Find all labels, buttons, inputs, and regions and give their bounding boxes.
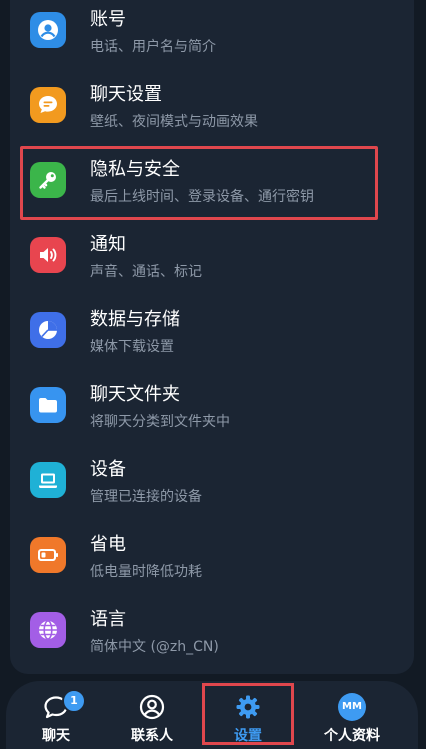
- settings-item-subtitle: 电话、用户名与简介: [90, 39, 216, 55]
- nav-tab-chats[interactable]: 1 聊天: [6, 681, 106, 749]
- settings-item-title: 语言: [90, 609, 126, 630]
- settings-item-subtitle: 管理已连接的设备: [90, 489, 202, 505]
- settings-item-power-saving[interactable]: 省电 低电量时降低功耗: [10, 521, 414, 596]
- folder-icon: [30, 387, 66, 423]
- privacy-highlight-box: [20, 146, 378, 220]
- nav-label-profile: 个人资料: [324, 728, 380, 744]
- settings-item-subtitle: 简体中文 (@zh_CN): [90, 639, 219, 655]
- settings-item-data-storage[interactable]: 数据与存储 媒体下载设置: [10, 296, 414, 371]
- pie-chart-icon: [30, 312, 66, 348]
- nav-label-chats: 聊天: [42, 728, 70, 744]
- settings-screen: 账号 电话、用户名与简介 聊天设置 壁纸、夜间模式与动画效果 隐私与安全 最后上…: [0, 0, 426, 749]
- chat-bubble-icon: [30, 87, 66, 123]
- settings-item-devices[interactable]: 设备 管理已连接的设备: [10, 446, 414, 521]
- nav-tab-profile[interactable]: MM 个人资料: [302, 681, 402, 749]
- settings-item-subtitle: 声音、通话、标记: [90, 264, 202, 280]
- settings-list: 账号 电话、用户名与简介 聊天设置 壁纸、夜间模式与动画效果 隐私与安全 最后上…: [10, 0, 414, 674]
- settings-item-title: 聊天文件夹: [90, 384, 180, 405]
- settings-item-language[interactable]: 语言 简体中文 (@zh_CN): [10, 596, 414, 671]
- settings-item-subtitle: 低电量时降低功耗: [90, 564, 202, 580]
- battery-icon: [30, 537, 66, 573]
- nav-label-contacts: 联系人: [131, 728, 173, 744]
- settings-item-title: 聊天设置: [90, 84, 162, 105]
- settings-item-subtitle: 将聊天分类到文件夹中: [90, 414, 230, 430]
- speaker-icon: [30, 237, 66, 273]
- settings-item-chat-folders[interactable]: 聊天文件夹 将聊天分类到文件夹中: [10, 371, 414, 446]
- settings-item-notifications[interactable]: 通知 声音、通话、标记: [10, 221, 414, 296]
- nav-tab-contacts[interactable]: 联系人: [102, 681, 202, 749]
- settings-item-title: 数据与存储: [90, 309, 180, 330]
- settings-item-account[interactable]: 账号 电话、用户名与简介: [10, 0, 414, 71]
- globe-icon: [30, 612, 66, 648]
- contact-icon: [139, 694, 165, 720]
- settings-item-title: 设备: [90, 459, 126, 480]
- settings-item-title: 账号: [90, 9, 126, 30]
- settings-item-title: 通知: [90, 234, 126, 255]
- settings-item-title: 省电: [90, 534, 126, 555]
- settings-tab-highlight-box: [202, 683, 294, 745]
- avatar: MM: [338, 693, 366, 721]
- settings-item-subtitle: 媒体下载设置: [90, 339, 174, 355]
- unread-badge: 1: [62, 689, 86, 713]
- person-icon: [30, 12, 66, 48]
- settings-item-chat-settings[interactable]: 聊天设置 壁纸、夜间模式与动画效果: [10, 71, 414, 146]
- settings-item-subtitle: 壁纸、夜间模式与动画效果: [90, 114, 258, 130]
- laptop-icon: [30, 462, 66, 498]
